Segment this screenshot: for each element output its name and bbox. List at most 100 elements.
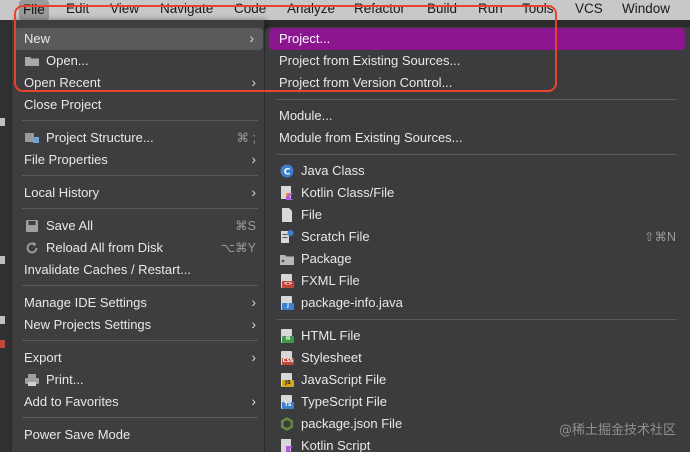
file-menu-manage-ide-settings[interactable]: Manage IDE Settings ›: [12, 292, 265, 314]
file-menu-local-history[interactable]: Local History ›: [12, 182, 265, 204]
new-typescript-file[interactable]: TS TypeScript File: [265, 391, 690, 413]
file-menu-power-save-mode[interactable]: Power Save Mode: [12, 424, 265, 446]
javascript-file-icon: JS: [279, 372, 295, 388]
shortcut-label: ⌥⌘Y: [220, 241, 256, 255]
chevron-right-icon: ›: [251, 184, 256, 200]
new-module-existing-sources[interactable]: Module from Existing Sources...: [265, 127, 690, 149]
folder-icon: [24, 54, 40, 68]
menu-item-label: package-info.java: [301, 295, 403, 310]
file-menu-project-structure[interactable]: Project Structure... ⌘ ;: [12, 127, 265, 149]
new-project-version-control[interactable]: Project from Version Control...: [265, 72, 690, 94]
file-menu-open-recent[interactable]: Open Recent ›: [12, 72, 265, 94]
new-module[interactable]: Module...: [265, 105, 690, 127]
menu-item-label: File Properties: [24, 152, 108, 167]
menubar-view[interactable]: View: [110, 1, 139, 16]
new-fxml-file[interactable]: <> FXML File: [265, 270, 690, 292]
java-class-icon: C: [279, 163, 295, 179]
gutter-mark: [0, 118, 5, 126]
menu-item-label: Project...: [279, 31, 331, 46]
file-menu-export[interactable]: Export ›: [12, 347, 265, 369]
ts-badge: TS: [282, 402, 294, 409]
html-file-icon: H: [279, 328, 295, 344]
file-menu-close-project[interactable]: Close Project: [12, 94, 265, 116]
new-package-info[interactable]: J package-info.java: [265, 292, 690, 314]
menu-separator: [22, 120, 258, 121]
menu-item-label: Package: [301, 251, 352, 266]
menu-item-label: Stylesheet: [301, 350, 362, 365]
menubar-build[interactable]: Build: [427, 1, 457, 16]
menu-separator: [277, 99, 677, 100]
menu-separator: [22, 208, 258, 209]
printer-icon: [24, 373, 40, 387]
gutter-mark: [0, 256, 5, 264]
editor-gutter-strip: [0, 20, 12, 452]
menu-item-label: New Projects Settings: [24, 317, 152, 332]
shortcut-label: ⌘S: [235, 219, 256, 233]
menu-item-label: Close Project: [24, 97, 102, 112]
file-icon: [279, 207, 295, 223]
file-menu-new[interactable]: New ›: [14, 28, 263, 50]
menubar-vcs[interactable]: VCS: [575, 1, 603, 16]
chevron-right-icon: ›: [251, 294, 256, 310]
menubar-navigate[interactable]: Navigate: [160, 1, 213, 16]
file-menu-add-to-favorites[interactable]: Add to Favorites ›: [12, 391, 265, 413]
new-project-existing-sources[interactable]: Project from Existing Sources...: [265, 50, 690, 72]
new-java-class[interactable]: C Java Class: [265, 160, 690, 182]
fxml-file-icon: <>: [279, 273, 295, 289]
menu-item-label: New: [24, 31, 51, 46]
shortcut-label: ⇧⌘N: [643, 230, 676, 244]
file-menu-open[interactable]: Open...: [12, 50, 265, 72]
new-javascript-file[interactable]: JS JavaScript File: [265, 369, 690, 391]
html-badge: H: [282, 336, 294, 343]
gutter-mark: [0, 316, 5, 324]
menubar-run[interactable]: Run: [478, 1, 503, 16]
file-menu-save-all[interactable]: Save All ⌘S: [12, 215, 265, 237]
menu-item-label: Print...: [46, 372, 84, 387]
menu-item-label: Kotlin Class/File: [301, 185, 395, 200]
file-menu-file-properties[interactable]: File Properties ›: [12, 149, 265, 171]
menu-item-label: FXML File: [301, 273, 360, 288]
menubar-code[interactable]: Code: [234, 1, 266, 16]
java-badge: J: [282, 303, 294, 310]
menubar-refactor[interactable]: Refactor: [354, 1, 405, 16]
menu-item-label: HTML File: [301, 328, 361, 343]
new-stylesheet[interactable]: CSS Stylesheet: [265, 347, 690, 369]
new-scratch-file[interactable]: Scratch File ⇧⌘N: [265, 226, 690, 248]
new-file[interactable]: File: [265, 204, 690, 226]
menubar-file[interactable]: File: [19, 0, 49, 20]
reload-icon: [24, 241, 40, 255]
chevron-right-icon: ›: [251, 393, 256, 409]
menu-item-label: Open...: [46, 53, 89, 68]
menu-item-label: Power Save Mode: [24, 427, 131, 442]
menu-item-label: Module from Existing Sources...: [279, 130, 463, 145]
svg-text:C: C: [284, 168, 291, 178]
menu-item-label: File: [301, 207, 322, 222]
menu-item-label: Local History: [24, 185, 100, 200]
file-menu-new-projects-settings[interactable]: New Projects Settings ›: [12, 314, 265, 336]
menubar-tools[interactable]: Tools: [522, 1, 554, 16]
file-menu-reload-all[interactable]: Reload All from Disk ⌥⌘Y: [12, 237, 265, 259]
new-kotlin-class[interactable]: Kotlin Class/File: [265, 182, 690, 204]
menu-item-label: Project from Existing Sources...: [279, 53, 461, 68]
menubar-analyze[interactable]: Analyze: [287, 1, 335, 16]
typescript-file-icon: TS: [279, 394, 295, 410]
project-structure-icon: [24, 131, 40, 145]
menu-item-label: JavaScript File: [301, 372, 387, 387]
file-menu-print[interactable]: Print...: [12, 369, 265, 391]
menu-item-label: Save All: [46, 218, 93, 233]
shortcut-label: ⌘ ;: [236, 131, 256, 145]
menu-item-label: Export: [24, 350, 62, 365]
menu-separator: [277, 154, 677, 155]
menu-item-label: Scratch File: [301, 229, 370, 244]
chevron-right-icon: ›: [249, 30, 254, 46]
new-package[interactable]: Package: [265, 248, 690, 270]
css-file-icon: CSS: [279, 350, 295, 366]
file-menu-invalidate-caches[interactable]: Invalidate Caches / Restart...: [12, 259, 265, 281]
menubar-edit[interactable]: Edit: [66, 1, 89, 16]
new-project[interactable]: Project...: [269, 28, 685, 50]
new-html-file[interactable]: H HTML File: [265, 325, 690, 347]
menubar-window[interactable]: Window: [622, 1, 670, 16]
menu-separator: [22, 175, 258, 176]
watermark: @稀土掘金技术社区: [558, 423, 676, 438]
menu-item-label: Reload All from Disk: [46, 240, 164, 255]
